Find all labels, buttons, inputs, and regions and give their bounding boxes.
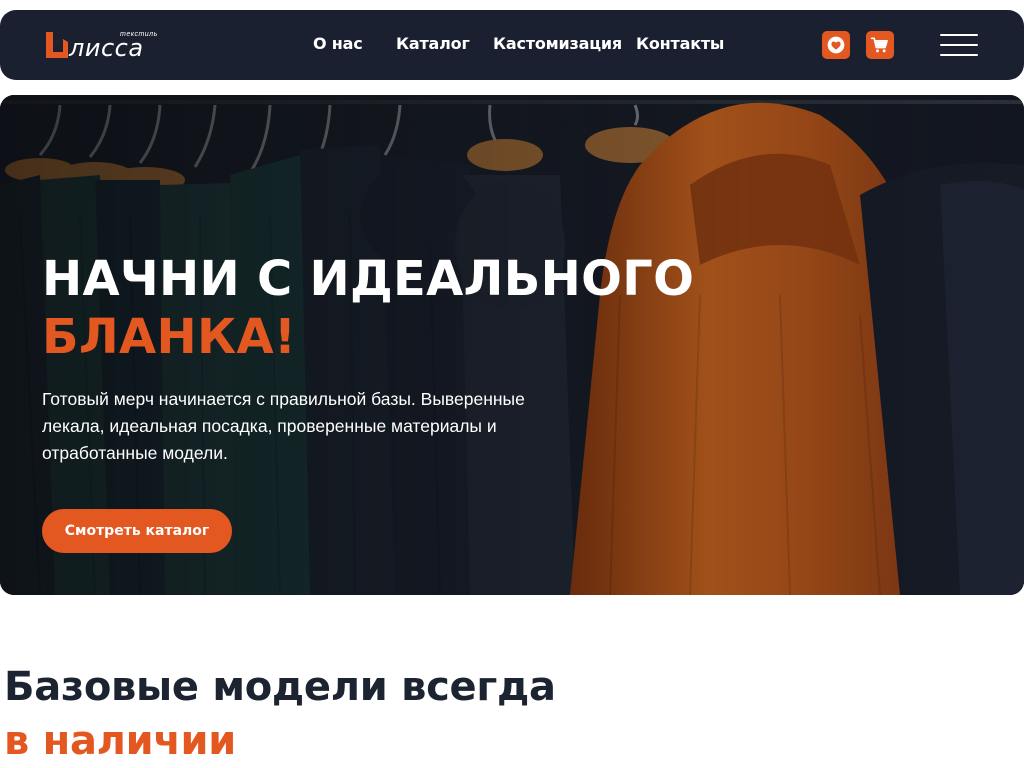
- section-title-line2: в наличии: [4, 718, 237, 764]
- nav-item-catalog[interactable]: Каталог: [396, 34, 470, 53]
- nav-item-contacts[interactable]: Контакты: [636, 34, 724, 53]
- section-title-line1: Базовые модели всегда: [4, 664, 556, 710]
- heart-icon: [827, 36, 845, 54]
- hero-title-line2: БЛАНКА!: [42, 309, 297, 365]
- hamburger-menu-icon[interactable]: [940, 34, 978, 56]
- hero-description: Готовый мерч начинается с правильной баз…: [42, 389, 525, 463]
- favorites-button[interactable]: [822, 31, 850, 59]
- hero-title-line1: НАЧНИ С ИДЕАЛЬНОГО: [42, 251, 695, 307]
- site-header: текстиль лисса О нас Каталог Кастомизаци…: [0, 10, 1024, 80]
- nav-item-about[interactable]: О нас: [313, 34, 363, 53]
- cart-button[interactable]: [866, 31, 894, 59]
- hero-banner: НАЧНИ С ИДЕАЛЬНОГО БЛАНКА! Готовый мерч …: [0, 95, 1024, 595]
- hero-title: НАЧНИ С ИДЕАЛЬНОГО БЛАНКА!: [42, 250, 694, 366]
- nav-item-customization[interactable]: Кастомизация: [493, 34, 622, 53]
- view-catalog-button[interactable]: Смотреть каталог: [42, 509, 232, 553]
- section-title: Базовые модели всегда в наличии: [4, 660, 556, 768]
- cart-icon: [870, 37, 888, 53]
